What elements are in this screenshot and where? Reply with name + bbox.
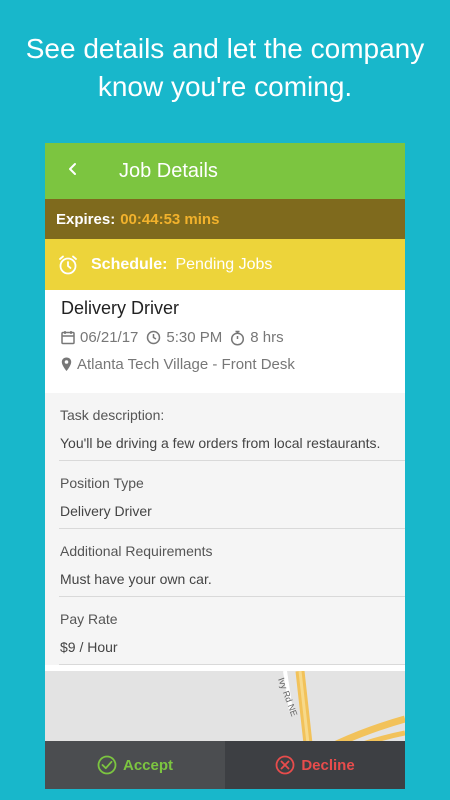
job-time: 5:30 PM xyxy=(146,329,222,346)
job-summary: Delivery Driver 06/21/17 5:30 PM 8 hrs A… xyxy=(45,290,405,393)
job-location-value: Atlanta Tech Village - Front Desk xyxy=(77,356,295,373)
job-details-list: Task description: You'll be driving a fe… xyxy=(45,393,405,665)
detail-value: Must have your own car. xyxy=(60,571,212,587)
job-date: 06/21/17 xyxy=(61,329,138,346)
detail-label: Pay Rate xyxy=(60,611,118,627)
detail-label: Position Type xyxy=(60,475,144,491)
promo-headline-line2: know you're coming. xyxy=(97,71,353,102)
map-pin-icon xyxy=(61,357,72,372)
expires-bar: Expires: 00:44:53 mins xyxy=(45,199,405,239)
app-bar: Job Details xyxy=(45,143,405,199)
phone-screen: Job Details Expires: 00:44:53 mins Sched… xyxy=(45,143,405,789)
detail-value: Delivery Driver xyxy=(60,503,152,519)
decline-label: Decline xyxy=(301,756,355,774)
schedule-label: Schedule: xyxy=(91,255,168,273)
promo-headline: See details and let the company know you… xyxy=(0,30,450,106)
detail-value: You'll be driving a few orders from loca… xyxy=(60,435,381,451)
calendar-icon xyxy=(61,330,75,345)
page-title: Job Details xyxy=(119,159,218,182)
detail-value: $9 / Hour xyxy=(60,639,118,655)
decline-button[interactable]: Decline xyxy=(225,741,405,789)
schedule-bar: Schedule: Pending Jobs xyxy=(45,239,405,290)
job-title: Delivery Driver xyxy=(61,298,180,318)
expires-countdown: 00:44:53 mins xyxy=(120,210,220,228)
schedule-status: Pending Jobs xyxy=(175,255,273,273)
job-duration: 8 hrs xyxy=(230,329,284,346)
detail-position-type: Position Type Delivery Driver xyxy=(59,461,405,529)
job-date-value: 06/21/17 xyxy=(80,329,139,346)
job-duration-value: 8 hrs xyxy=(250,329,284,346)
job-meta: 06/21/17 5:30 PM 8 hrs xyxy=(61,329,389,346)
back-button[interactable] xyxy=(45,143,101,199)
clock-icon xyxy=(146,330,161,345)
promo-headline-line1: See details and let the company xyxy=(25,33,425,64)
detail-additional-requirements: Additional Requirements Must have your o… xyxy=(59,529,405,597)
stopwatch-icon xyxy=(230,330,245,346)
job-location: Atlanta Tech Village - Front Desk xyxy=(61,356,389,373)
x-circle-icon xyxy=(275,755,295,775)
check-circle-icon xyxy=(97,755,117,775)
chevron-left-icon xyxy=(66,162,80,181)
detail-pay-rate: Pay Rate $9 / Hour xyxy=(59,597,405,665)
alarm-clock-icon xyxy=(57,254,79,276)
accept-button[interactable]: Accept xyxy=(45,741,225,789)
detail-label: Task description: xyxy=(60,407,165,423)
job-time-value: 5:30 PM xyxy=(166,329,223,346)
accept-label: Accept xyxy=(122,756,174,774)
action-bar: Accept Decline xyxy=(45,741,405,789)
detail-task-description: Task description: You'll be driving a fe… xyxy=(59,393,405,461)
detail-label: Additional Requirements xyxy=(60,543,213,559)
expires-label: Expires: xyxy=(56,210,116,228)
